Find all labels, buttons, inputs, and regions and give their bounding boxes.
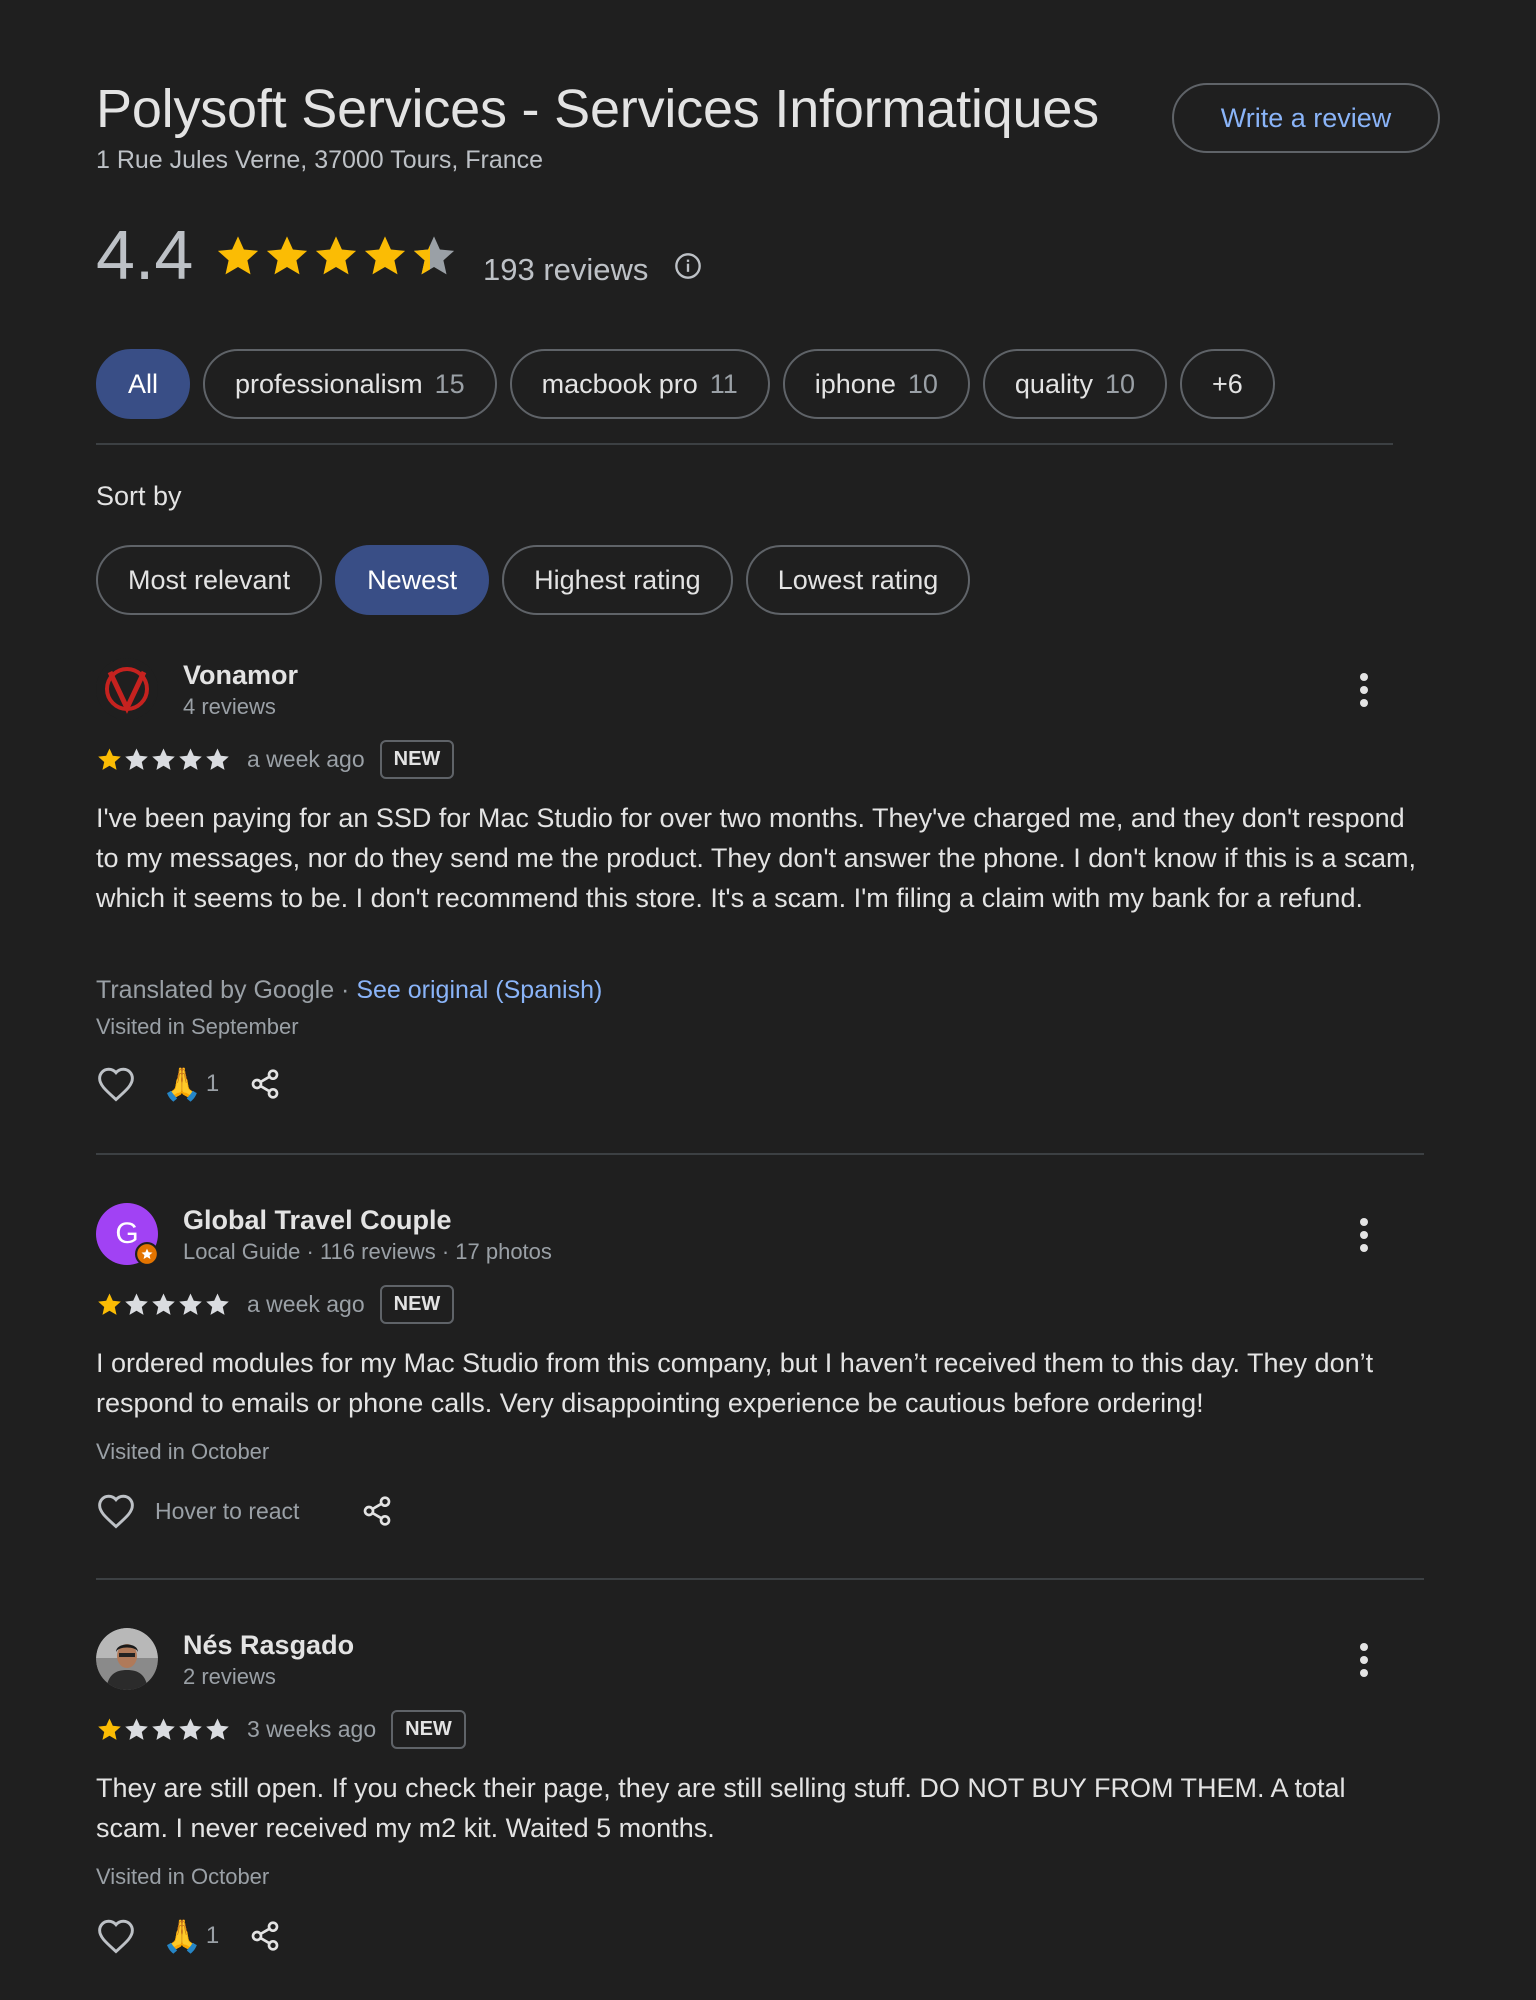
review-stars bbox=[98, 1717, 229, 1740]
review-actions: 🙏 1 bbox=[96, 1066, 281, 1102]
divider bbox=[96, 1153, 1424, 1155]
star-icon bbox=[364, 236, 406, 275]
review-time: 3 weeks ago bbox=[247, 1716, 377, 1742]
chip-all[interactable]: All bbox=[96, 349, 191, 419]
sort-lowest-rating[interactable]: Lowest rating bbox=[745, 545, 971, 615]
average-rating: 4.4 bbox=[96, 216, 194, 294]
reviews-count[interactable]: 193 reviews bbox=[483, 252, 648, 288]
new-badge: NEW bbox=[379, 1285, 455, 1324]
chip-more[interactable]: +6 bbox=[1180, 349, 1275, 419]
share-icon[interactable] bbox=[249, 1068, 281, 1100]
reviewer-meta: 2 reviews bbox=[183, 1664, 276, 1689]
chip-professionalism[interactable]: professionalism 15 bbox=[203, 349, 497, 419]
chip-quality[interactable]: quality 10 bbox=[982, 349, 1167, 419]
chip-label: professionalism bbox=[235, 368, 423, 399]
divider bbox=[96, 443, 1393, 445]
pray-reaction-icon[interactable]: 🙏 bbox=[162, 1920, 202, 1952]
write-review-button[interactable]: Write a review bbox=[1172, 83, 1440, 153]
avatar[interactable] bbox=[96, 658, 158, 720]
chip-label: quality bbox=[1014, 368, 1093, 399]
review-stars bbox=[98, 1292, 229, 1315]
chip-label: macbook pro bbox=[541, 368, 698, 399]
review-text: I've been paying for an SSD for Mac Stud… bbox=[96, 803, 1417, 913]
review-text: They are still open. If you check their … bbox=[96, 1773, 1346, 1843]
review-actions: Hover to react bbox=[96, 1493, 393, 1529]
sort-label: Sort by bbox=[96, 481, 182, 511]
visited-date: Visited in October bbox=[96, 1439, 270, 1464]
place-title: Polysoft Services - Services Informatiqu… bbox=[96, 79, 1099, 139]
review-actions: 🙏 1 bbox=[96, 1918, 281, 1954]
translated-by: Translated by Google bbox=[96, 976, 335, 1004]
more-vert-icon[interactable] bbox=[1359, 1642, 1369, 1678]
chip-label: All bbox=[128, 368, 159, 399]
sort-highest-rating[interactable]: Highest rating bbox=[502, 545, 733, 615]
heart-icon[interactable] bbox=[96, 1493, 136, 1529]
chip-label: +6 bbox=[1212, 368, 1243, 399]
average-rating-stars bbox=[214, 232, 459, 285]
reviewer-meta: Local Guide · 116 reviews · 17 photos bbox=[183, 1239, 552, 1264]
topic-chips: All professionalism 15 macbook pro 11 ipho… bbox=[96, 349, 1275, 419]
avatar[interactable] bbox=[96, 1628, 158, 1690]
review-rating-row: a week ago NEW bbox=[96, 1285, 455, 1324]
local-guide-badge-icon bbox=[135, 1242, 159, 1266]
reaction-count: 1 bbox=[205, 1070, 220, 1097]
visited-date: Visited in October bbox=[96, 1864, 270, 1889]
reviewer-name[interactable]: Nés Rasgado bbox=[183, 1630, 354, 1661]
reviewer-name[interactable]: Global Travel Couple bbox=[183, 1205, 452, 1236]
star-icon bbox=[217, 236, 259, 275]
avatar[interactable]: G bbox=[96, 1203, 159, 1266]
separator: · bbox=[334, 976, 357, 1004]
see-original-link[interactable]: See original (Spanish) bbox=[356, 976, 602, 1004]
chip-count: 11 bbox=[709, 368, 738, 399]
share-icon[interactable] bbox=[361, 1495, 393, 1527]
hover-to-react-label: Hover to react bbox=[155, 1497, 300, 1524]
review-stars bbox=[98, 747, 229, 770]
review-time: a week ago bbox=[247, 1291, 365, 1317]
sort-chips: Most relevant Newest Highest rating Lowe… bbox=[96, 545, 971, 615]
chip-count: 15 bbox=[434, 368, 465, 399]
share-icon[interactable] bbox=[249, 1920, 281, 1952]
divider bbox=[96, 1578, 1424, 1580]
reaction-count: 1 bbox=[205, 1922, 220, 1949]
sort-most-relevant[interactable]: Most relevant bbox=[96, 545, 323, 615]
new-badge: NEW bbox=[391, 1710, 466, 1749]
place-address: 1 Rue Jules Verne, 37000 Tours, France bbox=[96, 146, 544, 174]
review-text: I ordered modules for my Mac Studio from… bbox=[96, 1348, 1374, 1418]
chip-label: iphone bbox=[814, 368, 896, 399]
info-icon[interactable] bbox=[674, 252, 702, 280]
heart-icon[interactable] bbox=[96, 1066, 136, 1102]
more-vert-icon[interactable] bbox=[1359, 1217, 1369, 1253]
reviewer-meta: 4 reviews bbox=[183, 694, 276, 719]
heart-icon[interactable] bbox=[96, 1918, 136, 1954]
chip-count: 10 bbox=[1104, 368, 1135, 399]
review-rating-row: a week ago NEW bbox=[96, 740, 455, 779]
pray-reaction-icon[interactable]: 🙏 bbox=[162, 1068, 202, 1100]
chip-iphone[interactable]: iphone 10 bbox=[782, 349, 970, 419]
more-vert-icon[interactable] bbox=[1359, 672, 1369, 708]
translation-note: Translated by Google · See original (Spa… bbox=[96, 976, 602, 1005]
new-badge: NEW bbox=[379, 740, 455, 779]
visited-date: Visited in September bbox=[96, 1014, 299, 1039]
chip-count: 10 bbox=[907, 368, 938, 399]
reviewer-name[interactable]: Vonamor bbox=[183, 660, 298, 691]
sort-newest[interactable]: Newest bbox=[335, 545, 490, 615]
chip-macbook-pro[interactable]: macbook pro 11 bbox=[509, 349, 770, 419]
review-rating-row: 3 weeks ago NEW bbox=[96, 1710, 466, 1749]
star-icon bbox=[315, 236, 357, 275]
review-time: a week ago bbox=[247, 746, 365, 772]
star-icon bbox=[266, 236, 308, 275]
